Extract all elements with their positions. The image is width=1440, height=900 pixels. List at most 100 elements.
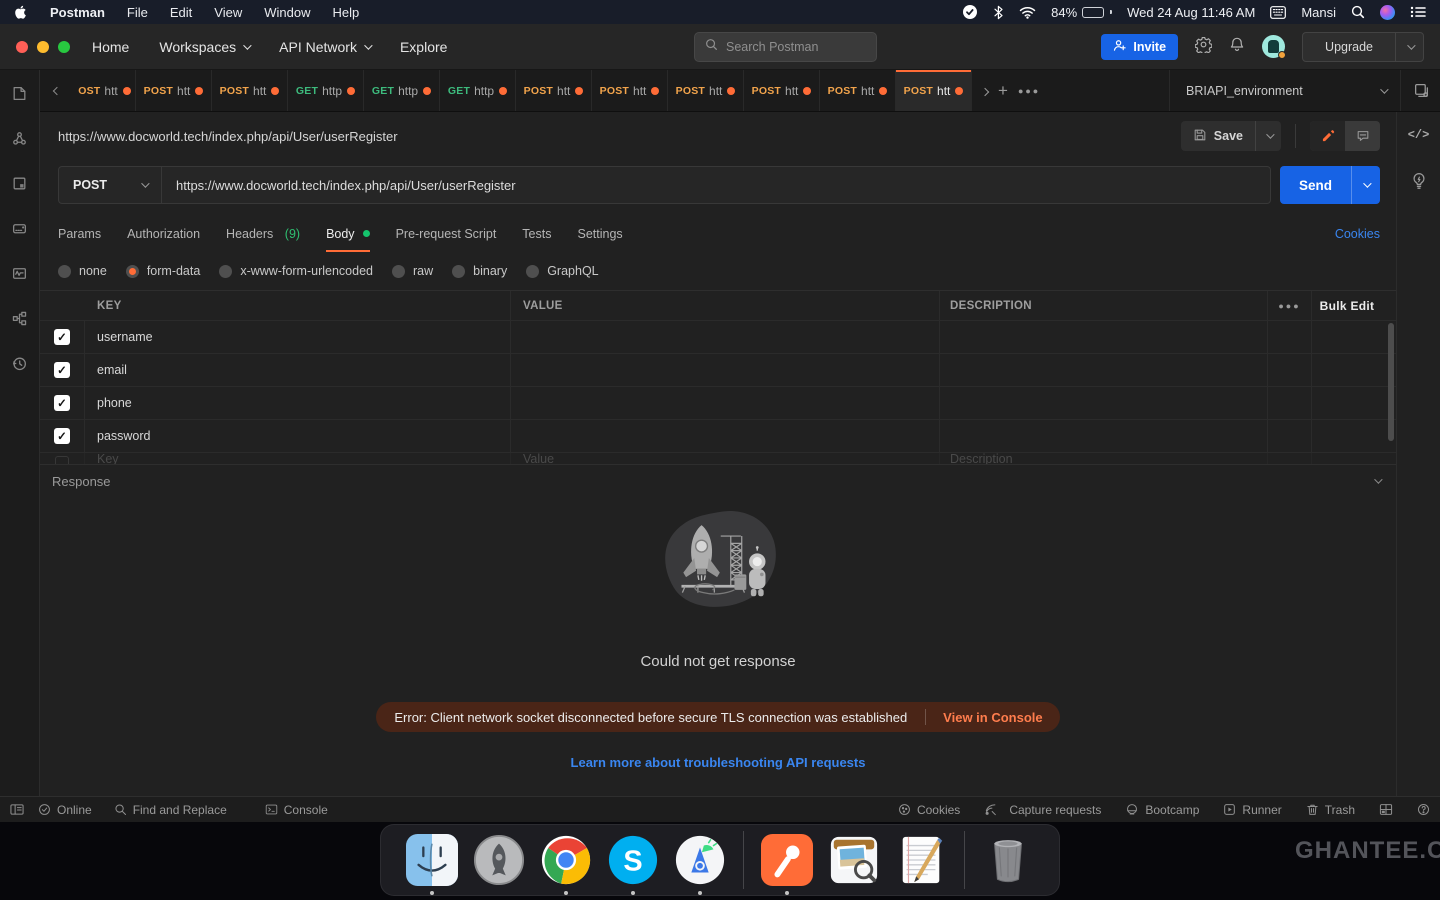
dock-skype[interactable]: S (606, 833, 660, 887)
help-icon[interactable] (1417, 803, 1430, 816)
row-checkbox-checked[interactable] (54, 428, 70, 444)
apple-logo-icon[interactable] (14, 4, 28, 20)
row-checkbox-checked[interactable] (54, 362, 70, 378)
request-tab[interactable]: POSThtt (516, 70, 592, 111)
menu-edit[interactable]: Edit (170, 5, 192, 20)
history-icon[interactable] (11, 355, 28, 377)
dock-finder[interactable] (405, 833, 459, 887)
request-tab[interactable]: POSThtt (136, 70, 212, 111)
global-search[interactable] (694, 32, 877, 62)
new-tab-button[interactable]: + (998, 81, 1008, 101)
key-cell[interactable]: email (97, 363, 127, 377)
request-tab[interactable]: GEThttp (364, 70, 440, 111)
troubleshooting-link[interactable]: Learn more about troubleshooting API req… (571, 755, 866, 770)
dock-launchpad[interactable] (472, 833, 526, 887)
trash-button[interactable]: Trash (1306, 803, 1355, 817)
tab-options-icon[interactable]: ●●● (1018, 86, 1040, 96)
minimize-window-button[interactable] (37, 41, 49, 53)
settings-gear-icon[interactable] (1195, 36, 1212, 58)
edit-pencil-button[interactable] (1310, 121, 1345, 151)
url-input[interactable] (176, 178, 1256, 193)
send-dropdown[interactable] (1351, 166, 1380, 204)
nav-home[interactable]: Home (92, 39, 129, 55)
row-checkbox[interactable] (55, 456, 69, 465)
bulk-edit-button[interactable]: Bulk Edit (1312, 291, 1382, 320)
value-cell[interactable] (511, 387, 940, 419)
menubar-app-name[interactable]: Postman (50, 5, 105, 20)
code-snippet-icon[interactable]: </> (1408, 128, 1430, 142)
request-tab[interactable]: POSThtt (744, 70, 820, 111)
nav-explore[interactable]: Explore (400, 39, 447, 55)
request-tab[interactable]: POSThtt (592, 70, 668, 111)
bootcamp-button[interactable]: Bootcamp (1125, 803, 1199, 817)
menu-window[interactable]: Window (264, 5, 310, 20)
request-tab[interactable]: GEThttp (288, 70, 364, 111)
notifications-bell-icon[interactable] (1229, 36, 1245, 58)
menubar-username[interactable]: Mansi (1301, 5, 1336, 20)
control-center-icon[interactable] (1410, 6, 1426, 18)
mode-form-data[interactable]: form-data (126, 264, 201, 278)
table-options-icon[interactable]: ●●● (1268, 291, 1312, 320)
row-checkbox-checked[interactable] (54, 395, 70, 411)
view-in-console-button[interactable]: View in Console (926, 710, 1059, 725)
capture-requests-button[interactable]: Capture requests (984, 803, 1101, 817)
collapse-response-icon[interactable] (1374, 475, 1382, 483)
console-button[interactable]: Console (265, 803, 328, 817)
description-placeholder[interactable]: Description (950, 453, 1013, 464)
menubar-clock[interactable]: Wed 24 Aug 11:46 AM (1127, 5, 1255, 20)
description-cell[interactable] (940, 354, 1268, 386)
dock-android-studio[interactable] (673, 833, 727, 887)
request-tab[interactable]: POSThtt (668, 70, 744, 111)
mode-none[interactable]: none (58, 264, 107, 278)
description-cell[interactable] (940, 321, 1268, 353)
bluetooth-icon[interactable] (993, 5, 1004, 20)
dock-preview[interactable] (827, 833, 881, 887)
dock-trash[interactable] (981, 833, 1035, 887)
environment-quick-look-icon[interactable] (1400, 70, 1430, 111)
request-tab[interactable]: OSThtt (74, 70, 136, 111)
status-check-icon[interactable] (962, 4, 978, 20)
nav-workspaces[interactable]: Workspaces (159, 39, 249, 55)
tab-settings[interactable]: Settings (577, 216, 622, 252)
spotlight-icon[interactable] (1351, 5, 1365, 19)
flows-icon[interactable] (11, 310, 28, 332)
search-input[interactable] (726, 40, 866, 54)
value-cell[interactable] (511, 420, 940, 452)
runner-button[interactable]: Runner (1223, 803, 1281, 817)
key-cell[interactable]: phone (97, 396, 132, 410)
battery-indicator[interactable]: 84% (1051, 5, 1112, 20)
row-checkbox-checked[interactable] (54, 329, 70, 345)
mock-servers-icon[interactable] (11, 220, 28, 242)
key-placeholder[interactable]: Key (97, 453, 119, 464)
menu-view[interactable]: View (214, 5, 242, 20)
dock-postman[interactable] (760, 833, 814, 887)
lightbulb-icon[interactable] (1410, 172, 1428, 195)
tab-params[interactable]: Params (58, 216, 101, 252)
panes-layout-icon[interactable] (1379, 803, 1393, 816)
dock-chrome[interactable] (539, 833, 593, 887)
tab-prerequest-script[interactable]: Pre-request Script (396, 216, 497, 252)
upgrade-button[interactable]: Upgrade (1302, 32, 1424, 62)
send-button[interactable]: Send (1280, 166, 1351, 204)
request-tab[interactable]: GEThttp (440, 70, 516, 111)
comment-button[interactable] (1345, 121, 1380, 151)
tab-tests[interactable]: Tests (522, 216, 551, 252)
mode-raw[interactable]: raw (392, 264, 433, 278)
mode-x-www-form-urlencoded[interactable]: x-www-form-urlencoded (219, 264, 373, 278)
tab-scroll-right-button[interactable] (982, 82, 988, 100)
environment-selector[interactable]: BRIAPI_environment (1186, 84, 1366, 98)
zoom-window-button[interactable] (58, 41, 70, 53)
tab-authorization[interactable]: Authorization (127, 216, 200, 252)
tab-scroll-left-button[interactable] (40, 70, 74, 111)
tab-headers[interactable]: Headers (9) (226, 216, 300, 252)
dock-textedit[interactable] (894, 833, 948, 887)
request-tab-active[interactable]: POSThtt (896, 70, 972, 111)
wifi-icon[interactable] (1019, 6, 1036, 19)
collections-icon[interactable] (11, 85, 28, 107)
cookies-button[interactable]: Cookies (898, 803, 960, 817)
find-and-replace[interactable]: Find and Replace (114, 803, 227, 817)
save-button[interactable]: Save (1181, 121, 1281, 151)
description-cell[interactable] (940, 420, 1268, 452)
menu-file[interactable]: File (127, 5, 148, 20)
chevron-down-icon[interactable] (1380, 85, 1388, 93)
